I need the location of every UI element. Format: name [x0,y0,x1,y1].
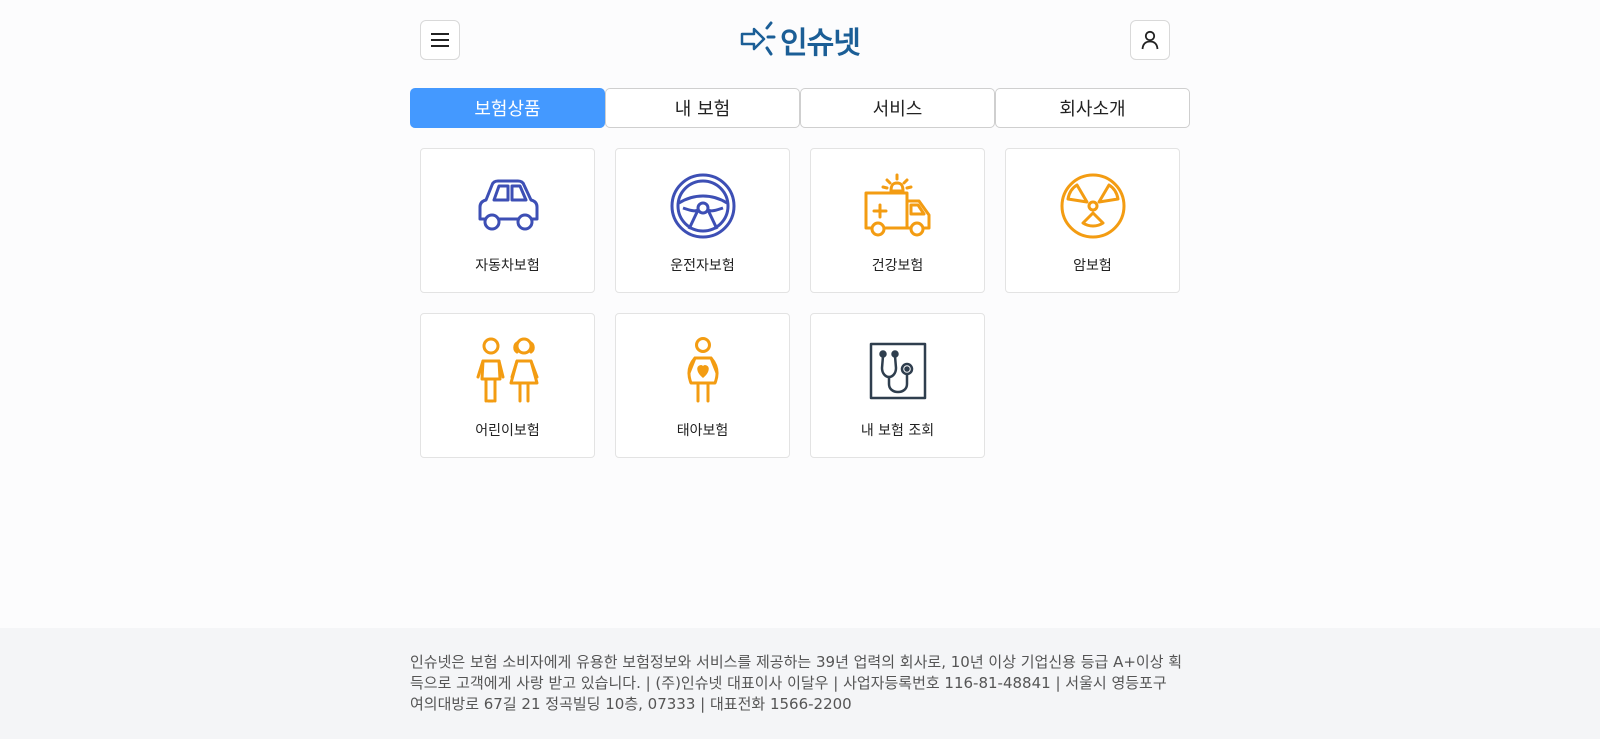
footer: 인슈넷은 보험 소비자에게 유용한 보험정보와 서비스를 제공하는 39년 업력… [0,628,1600,739]
logo[interactable]: 인슈넷 [740,20,870,61]
product-card-my-insurance-lookup[interactable]: 내 보험 조회 [810,313,985,458]
children-icon [476,337,539,403]
product-card-fetus-insurance[interactable]: 태아보험 [615,313,790,458]
tab-insurance-products[interactable]: 보험상품 [410,88,605,128]
product-label: 자동차보험 [475,258,540,274]
car-icon [478,179,539,231]
product-card-driver-insurance[interactable]: 운전자보험 [615,148,790,293]
footer-company-info: 인슈넷은 보험 소비자에게 유용한 보험정보와 서비스를 제공하는 39년 업력… [410,653,1183,713]
menu-button[interactable] [420,20,460,60]
radiation-icon [1060,173,1126,239]
product-label: 운전자보험 [670,258,735,274]
main-tabs: 보험상품 내 보험 서비스 회사소개 [410,88,1191,128]
user-button[interactable] [1130,20,1170,60]
tab-my-insurance[interactable]: 내 보험 [605,88,800,128]
logo-arrow-icon [740,21,776,56]
product-card-child-insurance[interactable]: 어린이보험 [420,313,595,458]
product-card-cancer-insurance[interactable]: 암보험 [1005,148,1180,293]
product-label: 내 보험 조회 [860,423,935,439]
logo-text: 인슈넷 [780,26,861,61]
product-label: 건강보험 [871,258,924,274]
pregnant-woman-icon [687,337,719,403]
product-label: 태아보험 [676,423,729,439]
ambulance-icon [864,173,931,237]
product-label: 어린이보험 [475,423,540,439]
tab-company-info[interactable]: 회사소개 [995,88,1190,128]
steering-wheel-icon [670,173,736,239]
stethoscope-icon [869,342,927,400]
product-label: 암보험 [1073,258,1112,274]
tab-services[interactable]: 서비스 [800,88,995,128]
product-card-car-insurance[interactable]: 자동차보험 [420,148,595,293]
product-card-health-insurance[interactable]: 건강보험 [810,148,985,293]
user-icon [1141,30,1159,50]
hamburger-icon [431,33,449,47]
header: 인슈넷 [410,20,1180,62]
